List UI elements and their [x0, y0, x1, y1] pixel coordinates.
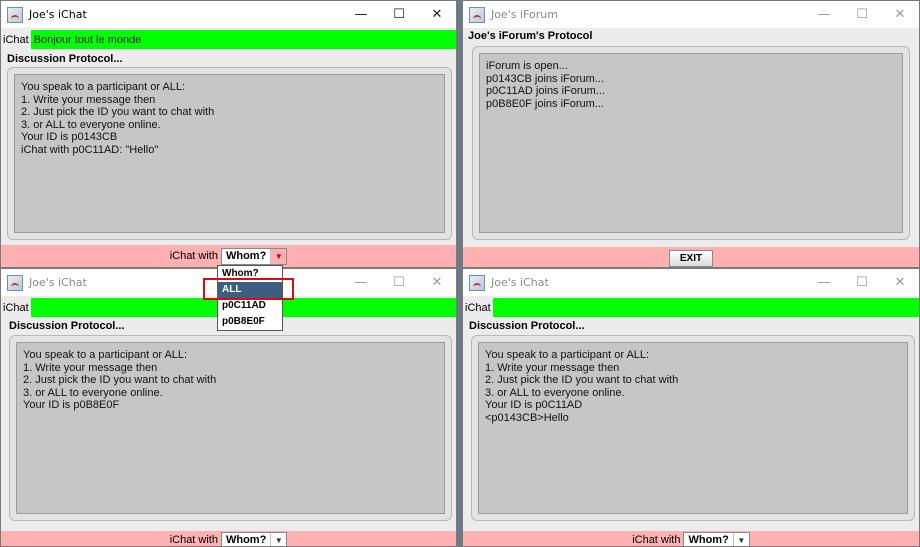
- maximize-icon[interactable]: ☐: [380, 269, 418, 296]
- protocol-text: You speak to a participant or ALL: 1. Wr…: [14, 74, 445, 233]
- recipient-combo-value: Whom?: [225, 534, 267, 546]
- chat-input-row: iChat: [463, 298, 919, 317]
- ichat-window-3: Joe's iChat — ☐ ✕ iChat Discussion Proto…: [462, 268, 920, 547]
- window-title: Joe's iChat: [491, 276, 549, 289]
- dropdown-option-p0b8e0f[interactable]: p0B8E0F: [218, 314, 282, 330]
- forum-protocol-label: Joe's iForum's Protocol: [468, 30, 593, 42]
- close-icon[interactable]: ✕: [418, 1, 456, 28]
- protocol-text: You speak to a participant or ALL: 1. Wr…: [16, 342, 445, 514]
- recipient-combo-value: Whom?: [225, 250, 267, 262]
- close-icon[interactable]: ✕: [881, 269, 919, 296]
- iforum-window: Joe's iForum — ☐ ✕ Joe's iForum's Protoc…: [462, 0, 920, 268]
- chevron-down-icon[interactable]: ▼: [270, 532, 286, 546]
- window-title: Joe's iForum: [491, 8, 558, 21]
- title-bar[interactable]: Joe's iChat — ☐ ✕: [463, 269, 919, 296]
- protocol-panel: You speak to a participant or ALL: 1. Wr…: [471, 335, 915, 521]
- recipient-combo-value: Whom?: [688, 534, 729, 546]
- chat-with-bar: iChat with Whom? ▼: [1, 245, 456, 267]
- window-title: Joe's iChat: [29, 8, 87, 21]
- chat-with-label: iChat with: [169, 534, 218, 546]
- chat-message-input[interactable]: [492, 298, 919, 317]
- exit-button[interactable]: EXIT: [668, 249, 714, 267]
- minimize-icon[interactable]: —: [805, 269, 843, 296]
- recipient-combo[interactable]: Whom? ▼: [220, 247, 288, 265]
- chevron-down-icon[interactable]: ▼: [270, 248, 287, 264]
- protocol-label: Discussion Protocol...: [469, 320, 585, 332]
- maximize-icon[interactable]: ☐: [843, 269, 881, 296]
- title-bar[interactable]: Joe's iForum — ☐ ✕: [463, 1, 919, 28]
- maximize-icon[interactable]: ☐: [380, 1, 418, 28]
- java-coffee-icon: [7, 6, 23, 23]
- maximize-icon[interactable]: ☐: [843, 1, 881, 28]
- dropdown-option-p0c11ad[interactable]: p0C11AD: [218, 298, 282, 314]
- ichat-window-1: Joe's iChat — ☐ ✕ iChat Discussion Proto…: [0, 0, 457, 268]
- window-title: Joe's iChat: [29, 276, 87, 289]
- chat-with-label: iChat with: [169, 250, 218, 262]
- java-coffee-icon: [469, 6, 485, 23]
- chat-input-row: iChat: [1, 30, 456, 49]
- selection-highlight-box: [203, 278, 294, 300]
- chat-message-input[interactable]: [30, 30, 456, 49]
- forum-protocol-text: iForum is open... p0143CB joins iForum..…: [479, 53, 903, 233]
- title-bar[interactable]: Joe's iChat — ☐ ✕: [1, 1, 456, 28]
- chat-with-bar: iChat with Whom? ▼: [1, 531, 456, 546]
- chat-with-bar: iChat with Whom? ▼: [463, 531, 919, 546]
- ichat-label: iChat: [3, 33, 29, 46]
- protocol-label: Discussion Protocol...: [7, 53, 123, 65]
- close-icon[interactable]: ✕: [881, 1, 919, 28]
- chat-with-label: iChat with: [632, 534, 681, 546]
- protocol-label: Discussion Protocol...: [9, 320, 125, 332]
- ichat-label: iChat: [3, 301, 29, 314]
- forum-protocol-panel: iForum is open... p0143CB joins iForum..…: [472, 46, 910, 240]
- exit-bar: EXIT: [463, 247, 919, 267]
- recipient-combo[interactable]: Whom? ▼: [683, 531, 750, 546]
- java-coffee-icon: [469, 274, 485, 291]
- protocol-panel: You speak to a participant or ALL: 1. Wr…: [7, 67, 452, 240]
- protocol-panel: You speak to a participant or ALL: 1. Wr…: [9, 335, 452, 521]
- protocol-text: You speak to a participant or ALL: 1. Wr…: [478, 342, 908, 514]
- ichat-label: iChat: [465, 301, 491, 314]
- minimize-icon[interactable]: —: [342, 269, 380, 296]
- minimize-icon[interactable]: —: [342, 1, 380, 28]
- close-icon[interactable]: ✕: [418, 269, 456, 296]
- java-coffee-icon: [7, 274, 23, 291]
- minimize-icon[interactable]: —: [805, 1, 843, 28]
- recipient-combo[interactable]: Whom? ▼: [220, 531, 288, 546]
- chevron-down-icon[interactable]: ▼: [732, 532, 749, 546]
